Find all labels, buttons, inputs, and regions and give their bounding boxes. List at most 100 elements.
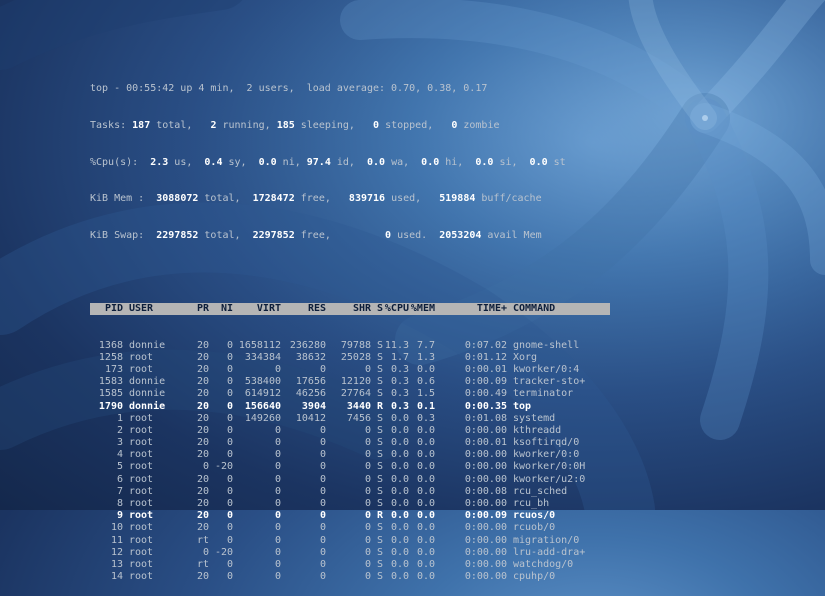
column-header-pid: PID xyxy=(104,302,123,314)
cell-ni: 0 xyxy=(226,388,233,400)
table-row: 1583 donnie 20 0 538400 17656 12120 S 0.3 0.6 0:00… xyxy=(90,376,610,388)
cell-command: kworker/0:4 xyxy=(513,363,580,375)
cell-mem: 0.0 xyxy=(416,363,435,375)
cell-s: S xyxy=(376,412,383,424)
cpu-label: %Cpu(s): xyxy=(90,156,151,168)
cell-user: root xyxy=(129,424,154,436)
table-row: 8 root 20 0 0 0 0 S 0.0 0.0 0:00.00 rcu_bh xyxy=(90,498,610,510)
column-header-command: COMMAND xyxy=(513,302,556,314)
swap-free-label: free, xyxy=(294,229,386,241)
cell-time: 0:00.00 xyxy=(464,473,507,485)
tasks-sleeping: 185 xyxy=(276,120,295,131)
cell-cpu: 11.3 xyxy=(384,339,409,351)
cell-shr: 0 xyxy=(364,510,371,522)
cell-user: root xyxy=(129,546,154,558)
table-row: 1585 donnie 20 0 614912 46256 27764 S 0.3 1.5 0:00… xyxy=(90,388,610,400)
cell-cpu: 0.0 xyxy=(390,534,409,546)
top-output: top - 00:55:42 up 4 min, 2 users, load a… xyxy=(90,59,610,596)
cell-command: rcu_sched xyxy=(513,485,568,497)
cell-virt: 156640 xyxy=(244,400,281,412)
mem-used-label: used, xyxy=(385,193,440,205)
tasks-label: Tasks: xyxy=(90,120,133,131)
cell-pid: 1790 xyxy=(98,400,123,412)
cell-user: root xyxy=(129,571,154,583)
column-header-s: S xyxy=(376,302,383,314)
cell-command: terminator xyxy=(513,388,574,400)
table-row: 2 root 20 0 0 0 0 S 0.0 0.0 0:00.00 kthreadd xyxy=(90,425,610,437)
cell-ni: 0 xyxy=(226,339,233,351)
cell-pr: 20 xyxy=(196,412,209,424)
cell-pid: 11 xyxy=(110,534,123,546)
cell-res: 0 xyxy=(319,461,326,473)
cell-time: 0:00.00 xyxy=(464,522,507,534)
cpu-st: 0.0 xyxy=(529,156,548,168)
cell-pr: 20 xyxy=(196,498,209,509)
cell-user: root xyxy=(129,363,154,375)
cell-cpu: 0.0 xyxy=(390,485,409,497)
cell-user: root xyxy=(129,449,154,461)
cell-s: S xyxy=(376,461,383,473)
cell-pid: 13 xyxy=(110,558,123,570)
cell-user: root xyxy=(129,522,154,534)
cell-time: 0:00.09 xyxy=(464,510,507,522)
cell-user: root xyxy=(129,461,154,473)
cell-time: 0:00.00 xyxy=(464,424,507,436)
table-row: 13 root rt 0 0 0 0 S 0.0 0.0 0:00.00 watchdog/0 xyxy=(90,559,610,571)
cpu-us-label: us, xyxy=(168,156,205,168)
tasks-sleeping-label: sleeping, xyxy=(294,120,374,131)
cell-virt: 0 xyxy=(274,363,281,375)
table-row: 3 root 20 0 0 0 0 S 0.0 0.0 0:00.01 ksoftirqd/0 xyxy=(90,437,610,449)
cell-s: S xyxy=(376,437,383,449)
cpu-wa-label: wa, xyxy=(385,156,422,168)
cell-user: donnie xyxy=(129,400,166,412)
table-row: 10 root 20 0 0 0 0 S 0.0 0.0 0:00.00 rcuob/0 xyxy=(90,522,610,534)
cell-ni: 0 xyxy=(226,522,233,534)
swap-free: 2297852 xyxy=(252,229,295,241)
cell-ni: 0 xyxy=(226,400,233,412)
cell-shr: 0 xyxy=(364,546,371,558)
cell-shr: 25028 xyxy=(340,351,371,363)
cell-pid: 3 xyxy=(116,437,123,449)
swap-avail: 2053204 xyxy=(439,229,482,241)
cell-mem: 0.0 xyxy=(416,437,435,449)
cell-virt: 0 xyxy=(274,461,281,473)
swap-line: KiB Swap: 2297852 total, 2297852 free, 0… xyxy=(90,230,610,242)
column-header-cpu: %CPU xyxy=(384,302,409,314)
cell-pr: 20 xyxy=(196,351,209,363)
cell-command: top xyxy=(513,400,532,412)
cell-pid: 8 xyxy=(116,498,123,509)
cell-virt: 149260 xyxy=(244,412,281,424)
cpu-st-label: st xyxy=(547,156,566,168)
cell-command: rcu_bh xyxy=(513,498,550,509)
cpu-wa: 0.0 xyxy=(366,156,386,168)
cell-command: watchdog/0 xyxy=(513,558,574,570)
table-row: 1258 root 20 0 334384 38632 25028 S 1.7 1.3 0:01.1… xyxy=(90,352,610,364)
cell-s: S xyxy=(376,351,383,363)
cell-shr: 0 xyxy=(364,363,371,375)
cell-res: 0 xyxy=(319,546,326,558)
cell-virt: 0 xyxy=(274,571,281,583)
cell-cpu: 0.3 xyxy=(390,388,409,400)
cell-shr: 0 xyxy=(364,437,371,449)
cell-mem: 0.3 xyxy=(416,412,435,424)
cell-cpu: 0.3 xyxy=(390,376,409,388)
cell-mem: 0.0 xyxy=(416,424,435,436)
mem-line: KiB Mem : 3088072 total, 1728472 free, 8… xyxy=(90,193,610,205)
cell-pid: 1368 xyxy=(98,339,123,351)
cell-s: S xyxy=(376,485,383,497)
cpu-sy: 0.4 xyxy=(204,156,223,168)
cell-shr: 3440 xyxy=(346,400,371,412)
cell-time: 0:00.00 xyxy=(464,546,507,558)
cell-user: root xyxy=(129,412,154,424)
tasks-total-label: total, xyxy=(150,120,211,131)
cell-mem: 0.0 xyxy=(416,461,435,473)
cell-ni: -20 xyxy=(214,546,233,558)
cpu-ni-label: ni, xyxy=(276,156,307,168)
cell-s: S xyxy=(376,558,383,570)
cell-mem: 7.7 xyxy=(416,339,435,351)
cell-time: 0:07.02 xyxy=(464,339,507,351)
cell-res: 0 xyxy=(319,485,326,497)
cell-mem: 1.3 xyxy=(416,351,435,363)
cell-ni: 0 xyxy=(226,351,233,363)
cell-mem: 0.0 xyxy=(416,498,435,509)
